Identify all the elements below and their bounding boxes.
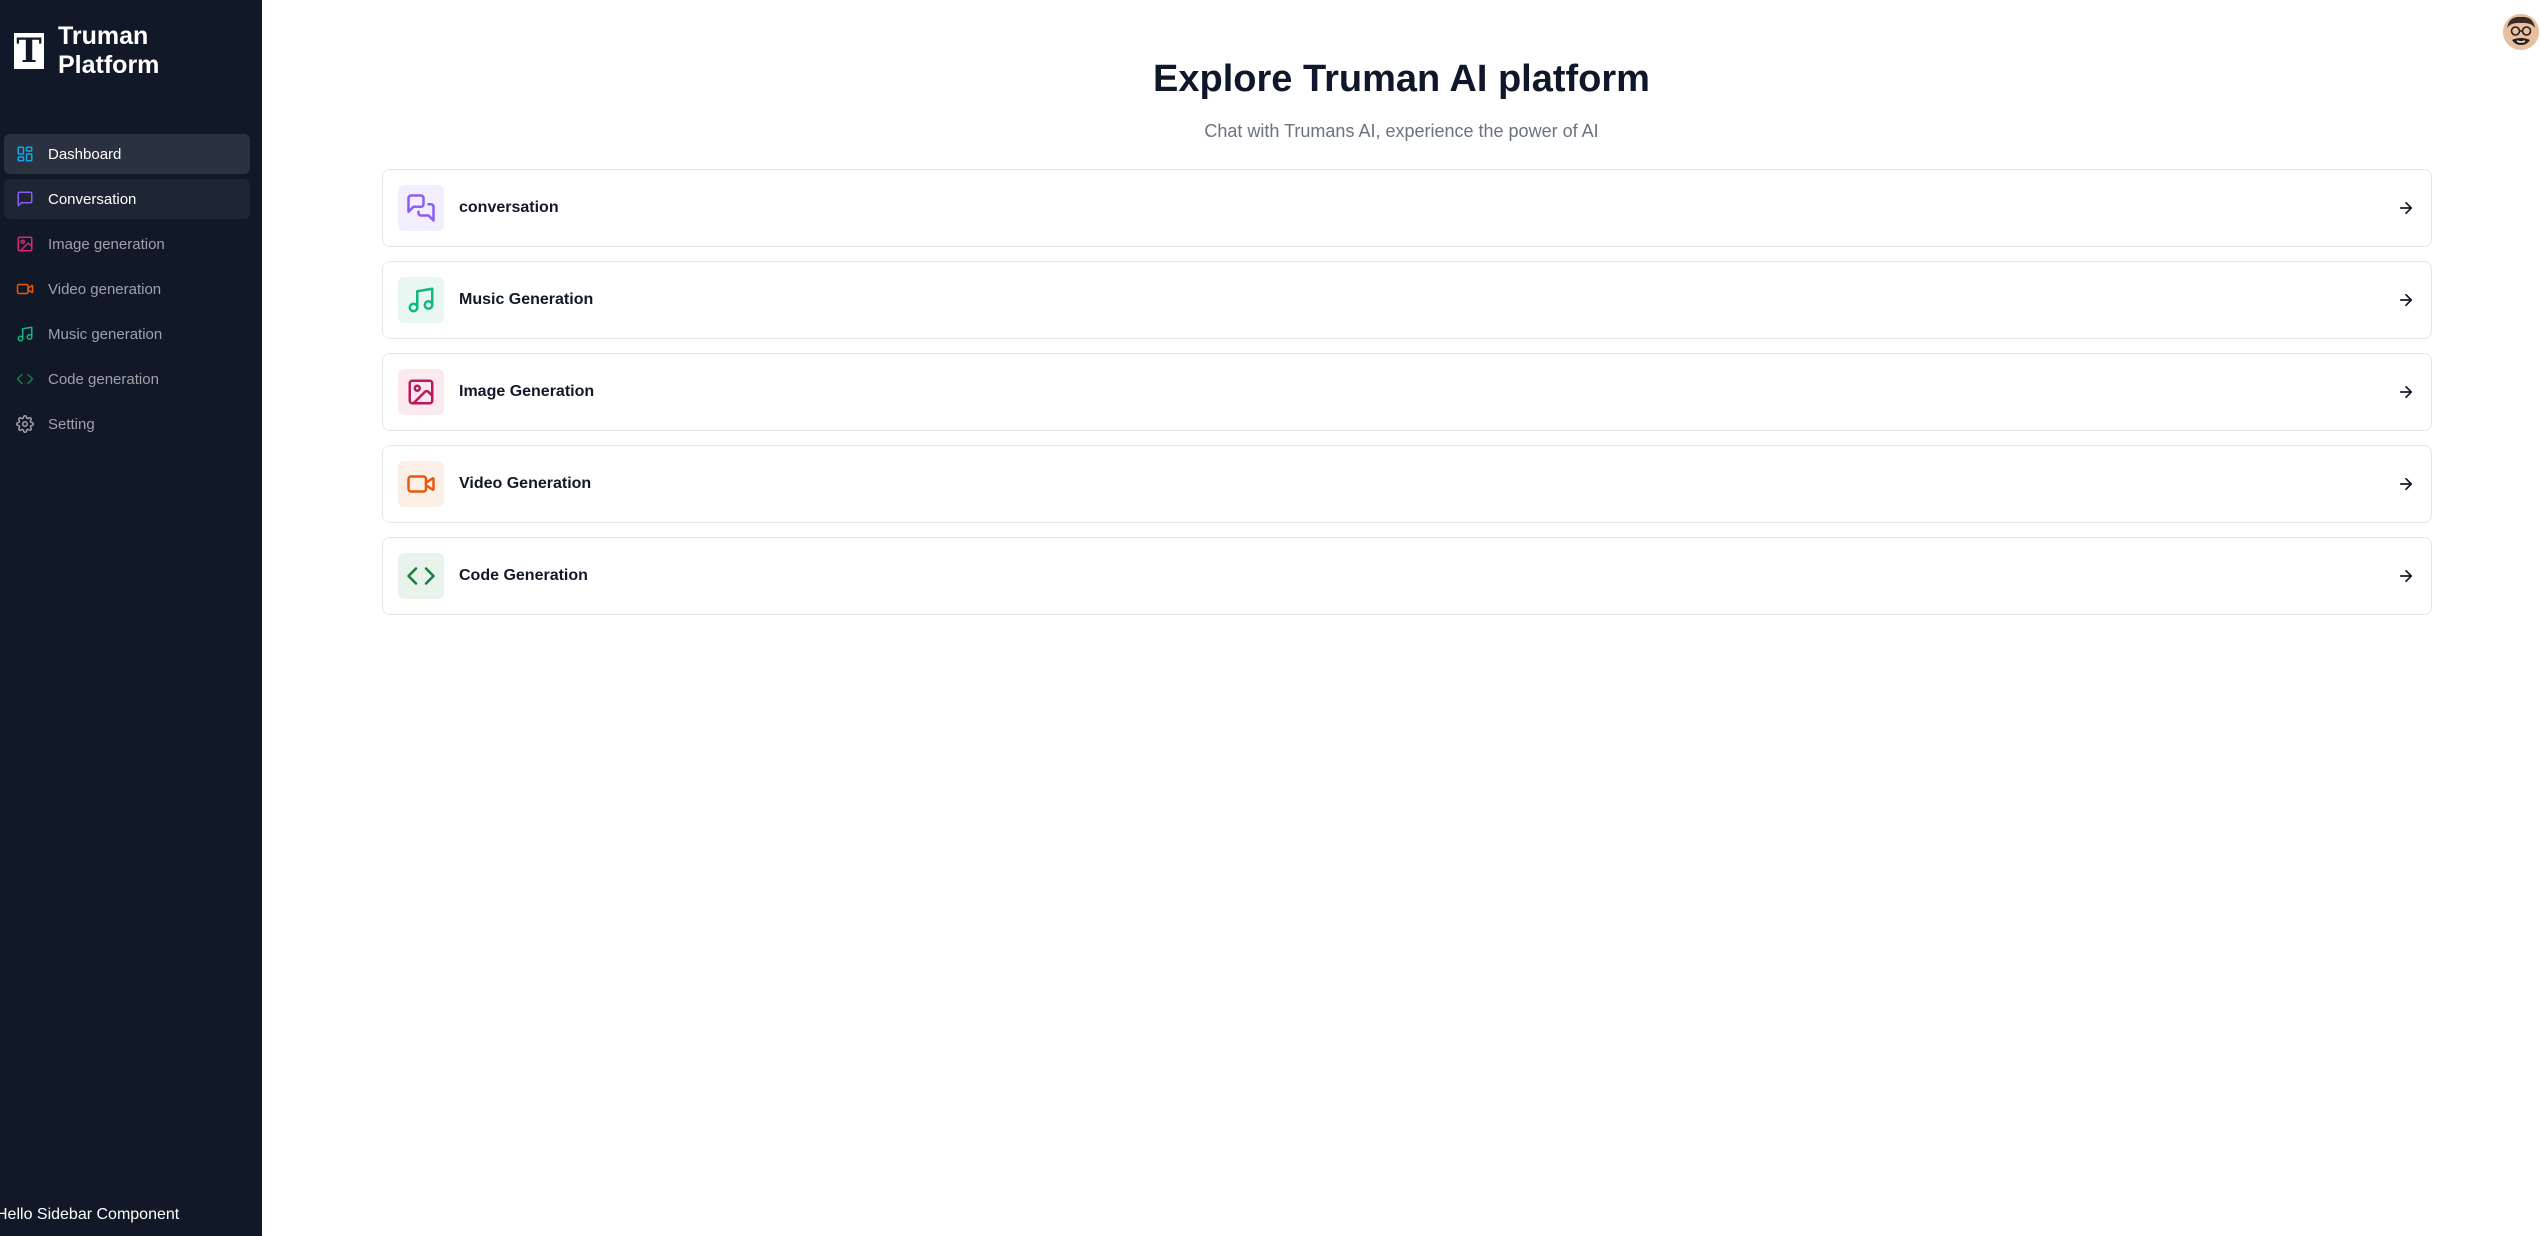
sidebar-item-dashboard[interactable]: Dashboard — [4, 134, 250, 174]
messages-icon — [398, 185, 444, 231]
image-icon — [16, 235, 34, 253]
avatar-face-icon — [2503, 14, 2539, 50]
message-square-icon — [16, 190, 34, 208]
arrow-right-icon — [2397, 383, 2415, 401]
sidebar-item-label: Conversation — [48, 190, 137, 208]
arrow-right-icon — [2397, 475, 2415, 493]
code-icon — [16, 370, 34, 388]
tool-card-conversation[interactable]: conversation — [382, 169, 2432, 247]
arrow-right-icon — [2397, 291, 2415, 309]
sidebar-item-label: Dashboard — [48, 145, 122, 163]
music-icon — [398, 277, 444, 323]
sidebar-item-image-generation[interactable]: Image generation — [4, 224, 250, 264]
arrow-right-icon — [2397, 199, 2415, 217]
tool-card-label: Code Generation — [459, 567, 588, 584]
code-icon — [398, 553, 444, 599]
hero: Explore Truman AI platform Chat with Tru… — [262, 55, 2541, 142]
tool-card-list: conversation Music Generation Image Gene — [382, 169, 2432, 629]
video-icon — [398, 461, 444, 507]
tool-card-label: conversation — [459, 199, 559, 216]
sidebar-item-video-generation[interactable]: Video generation — [4, 269, 250, 309]
sidebar-item-label: Video generation — [48, 280, 162, 298]
tool-card-music-generation[interactable]: Music Generation — [382, 261, 2432, 339]
main-content: Explore Truman AI platform Chat with Tru… — [262, 0, 2541, 1236]
sidebar-nav: Dashboard Conversation Image generation … — [4, 134, 250, 449]
sidebar-item-music-generation[interactable]: Music generation — [4, 314, 250, 354]
tool-card-video-generation[interactable]: Video Generation — [382, 445, 2432, 523]
settings-icon — [16, 415, 34, 433]
brand-name: Truman Platform — [58, 22, 160, 79]
tool-card-label: Video Generation — [459, 475, 592, 492]
tool-card-label: Music Generation — [459, 291, 594, 308]
dashboard-icon — [16, 145, 34, 163]
app-shell: T Truman Platform Dashboard Conversation — [0, 0, 2541, 1236]
logo-icon: T — [14, 33, 44, 69]
brand-link[interactable]: T Truman Platform — [14, 22, 178, 80]
sidebar-item-label: Image generation — [48, 235, 165, 253]
page-title: Explore Truman AI platform — [1153, 58, 1650, 100]
sidebar-item-setting[interactable]: Setting — [4, 404, 250, 444]
sidebar-item-conversation[interactable]: Conversation — [4, 179, 250, 219]
sidebar-footer-text: Hello Sidebar Component — [0, 1206, 180, 1223]
sidebar-item-label: Setting — [48, 415, 95, 433]
video-icon — [16, 280, 34, 298]
music-icon — [16, 325, 34, 343]
sidebar-item-code-generation[interactable]: Code generation — [4, 359, 250, 399]
sidebar-item-label: Code generation — [48, 370, 159, 388]
logo-letter: T — [16, 31, 42, 71]
sidebar-item-label: Music generation — [48, 325, 163, 343]
tool-card-label: Image Generation — [459, 383, 595, 400]
tool-card-code-generation[interactable]: Code Generation — [382, 537, 2432, 615]
image-icon — [398, 369, 444, 415]
arrow-right-icon — [2397, 567, 2415, 585]
tool-card-image-generation[interactable]: Image Generation — [382, 353, 2432, 431]
user-avatar[interactable] — [2503, 14, 2539, 50]
page-subtitle: Chat with Trumans AI, experience the pow… — [1204, 121, 1599, 141]
sidebar: T Truman Platform Dashboard Conversation — [0, 0, 262, 1236]
